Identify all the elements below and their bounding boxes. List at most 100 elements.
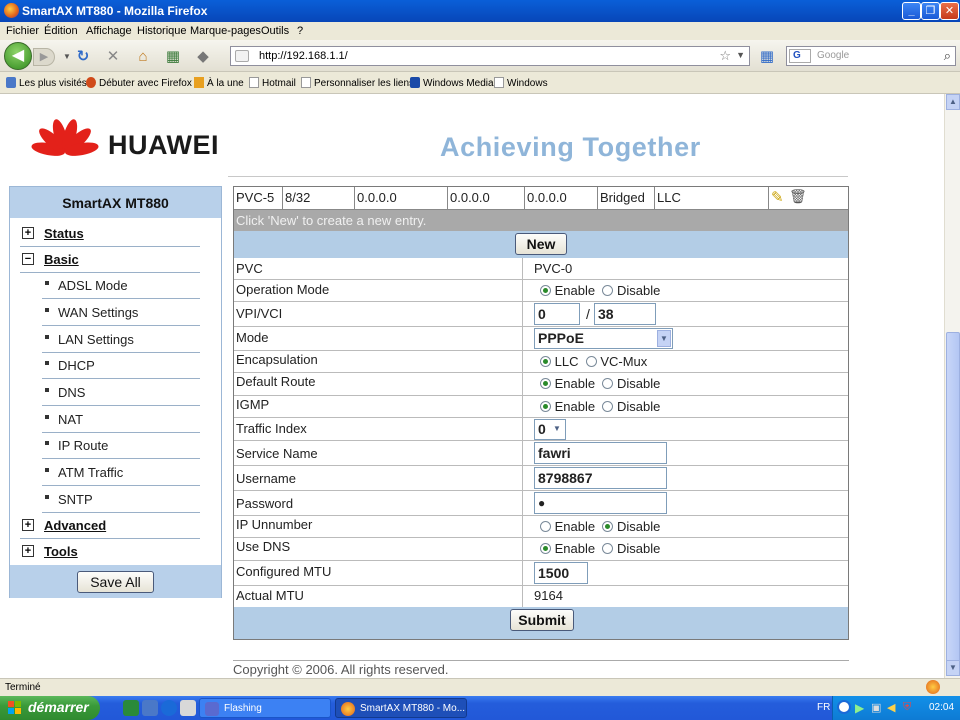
minimize-button[interactable]: _ — [902, 2, 921, 20]
ip-unnumber-disable-radio[interactable] — [602, 521, 614, 532]
expand-icon[interactable]: + — [22, 545, 34, 557]
vpi-input[interactable]: 0 — [534, 303, 580, 325]
collapse-icon[interactable]: − — [22, 253, 34, 265]
bookmark-item[interactable]: À la une — [194, 77, 244, 89]
start-button[interactable]: démarrer — [0, 696, 100, 720]
firefox-status-icon[interactable] — [926, 680, 940, 694]
username-input[interactable]: 8798867 — [534, 467, 667, 489]
default-route-enable-radio[interactable] — [540, 378, 551, 389]
url-text[interactable]: http://192.168.1.1/ — [259, 50, 348, 62]
sidebar-item-label[interactable]: Tools — [44, 544, 78, 559]
addon-icon[interactable]: ▦ — [164, 48, 182, 66]
reload-icon[interactable]: ↻ — [74, 48, 92, 66]
scroll-thumb[interactable] — [946, 332, 960, 662]
save-all-button[interactable]: Save All — [77, 571, 154, 593]
sidebar-item-label[interactable]: Advanced — [44, 518, 106, 533]
mode-select[interactable]: PPPoE ▼ — [534, 328, 673, 349]
quicklaunch-app-icon[interactable] — [142, 700, 158, 716]
sidebar-item-basic[interactable]: − Basic — [20, 247, 200, 273]
password-input[interactable]: ● — [534, 492, 667, 514]
menu-help[interactable]: ? — [297, 25, 303, 37]
scroll-down-icon[interactable]: ▼ — [946, 660, 960, 676]
taskbar-task-flashing[interactable]: Flashing — [199, 698, 331, 718]
menu-edition[interactable]: Édition — [44, 25, 78, 37]
security-icon[interactable]: ⛨ — [903, 701, 911, 714]
sidebar-subitem-atm-traffic[interactable]: ATM Traffic — [42, 460, 200, 486]
sidebar-subitem-dhcp[interactable]: DHCP — [42, 353, 200, 379]
operation-mode-disable-radio[interactable] — [602, 285, 614, 296]
encapsulation-llc-radio[interactable] — [540, 356, 551, 367]
default-route-disable-radio[interactable] — [602, 378, 614, 389]
radio-label[interactable]: VC-Mux — [600, 354, 647, 369]
forward-button[interactable]: ▶ — [33, 48, 55, 66]
maximize-button[interactable]: ❐ — [921, 2, 940, 20]
scroll-up-icon[interactable]: ▲ — [946, 94, 960, 110]
bookmark-item[interactable]: Windows Media — [410, 77, 494, 89]
search-box[interactable]: G Google ⌕ — [786, 46, 956, 66]
vci-input[interactable]: 38 — [594, 303, 656, 325]
sidebar-subitem-ip-route[interactable]: IP Route — [42, 433, 200, 459]
taskbar-task-firefox[interactable]: SmartAX MT880 - Mo... — [335, 698, 467, 718]
search-engine-icon[interactable]: G — [789, 49, 811, 63]
window-titlebar[interactable]: SmartAX MT880 - Mozilla Firefox _ ❐ ✕ — [0, 0, 960, 22]
close-button[interactable]: ✕ — [940, 2, 959, 20]
bookmark-item[interactable]: Hotmail — [249, 77, 296, 89]
submit-button[interactable]: Submit — [510, 609, 574, 631]
ip-unnumber-enable-radio[interactable] — [540, 521, 551, 532]
sidebar-item-label[interactable]: Basic — [44, 252, 79, 267]
bookmark-star-icon[interactable]: ☆ — [719, 48, 731, 64]
traffic-index-select[interactable]: 0 ▼ — [534, 419, 566, 440]
sidebar-item-status[interactable]: + Status — [20, 221, 200, 247]
bookmark-item[interactable]: Les plus visités — [6, 77, 87, 89]
sidebar-subitem-nat[interactable]: NAT — [42, 407, 200, 433]
network-icon[interactable]: ▣ — [871, 701, 881, 714]
expand-icon[interactable]: + — [22, 519, 34, 531]
radio-label[interactable]: Enable — [555, 376, 595, 391]
page-scrollbar[interactable]: ▲ ▼ — [944, 94, 960, 678]
radio-label[interactable]: Disable — [617, 399, 660, 414]
sidebar-subitem-lan-settings[interactable]: LAN Settings — [42, 327, 200, 353]
menu-marque-pages[interactable]: Marque-pages — [190, 25, 261, 37]
stop-icon[interactable]: ✕ — [104, 48, 122, 66]
chevron-down-icon[interactable]: ▼ — [657, 330, 671, 347]
radio-label[interactable]: Enable — [555, 283, 595, 298]
radio-label[interactable]: Disable — [617, 376, 660, 391]
sidebar-subitem-adsl-mode[interactable]: ADSL Mode — [42, 273, 200, 299]
radio-label[interactable]: Enable — [555, 519, 595, 534]
sidebar-subitem-wan-settings[interactable]: WAN Settings — [42, 300, 200, 326]
expand-icon[interactable]: + — [22, 227, 34, 239]
encapsulation-vcmux-radio[interactable] — [585, 356, 597, 367]
radio-label[interactable]: Enable — [555, 541, 595, 556]
search-icon[interactable]: ⌕ — [944, 48, 951, 64]
radio-label[interactable]: Disable — [617, 541, 660, 556]
chevron-down-icon[interactable]: ▼ — [550, 421, 564, 438]
home-icon[interactable]: ⌂ — [134, 48, 152, 66]
bookmark-item[interactable]: Personnaliser les liens — [301, 77, 414, 89]
bookmark-item[interactable]: Windows — [494, 77, 548, 89]
menu-outils[interactable]: Outils — [261, 25, 289, 37]
radio-label[interactable]: Enable — [555, 399, 595, 414]
edit-pencil-icon[interactable]: ✎ — [771, 188, 784, 206]
bookmark-item[interactable]: Débuter avec Firefox — [86, 77, 192, 89]
arrow-icon[interactable]: ▶ — [855, 701, 864, 715]
sidebar-item-advanced[interactable]: + Advanced — [20, 513, 200, 539]
extension-icon[interactable]: ◆ — [194, 48, 212, 66]
use-dns-disable-radio[interactable] — [602, 543, 614, 554]
operation-mode-enable-radio[interactable] — [540, 285, 551, 296]
quicklaunch-app-icon[interactable] — [180, 700, 196, 716]
igmp-disable-radio[interactable] — [602, 401, 614, 412]
language-indicator[interactable]: FR — [817, 702, 830, 713]
menu-affichage[interactable]: Affichage — [86, 25, 132, 37]
menu-fichier[interactable]: Fichier — [6, 25, 39, 37]
sidebar-item-label[interactable]: Status — [44, 226, 84, 241]
volume-icon[interactable]: ◀ — [887, 701, 895, 714]
menu-historique[interactable]: Historique — [137, 25, 187, 37]
url-bar[interactable]: http://192.168.1.1/ ☆ ▼ — [230, 46, 750, 66]
igmp-enable-radio[interactable] — [540, 401, 551, 412]
radio-label[interactable]: LLC — [555, 354, 579, 369]
new-button[interactable]: New — [515, 233, 567, 255]
help-icon[interactable] — [837, 700, 851, 714]
configured-mtu-input[interactable]: 1500 — [534, 562, 588, 584]
service-name-input[interactable]: fawri — [534, 442, 667, 464]
radio-label[interactable]: Disable — [617, 283, 660, 298]
